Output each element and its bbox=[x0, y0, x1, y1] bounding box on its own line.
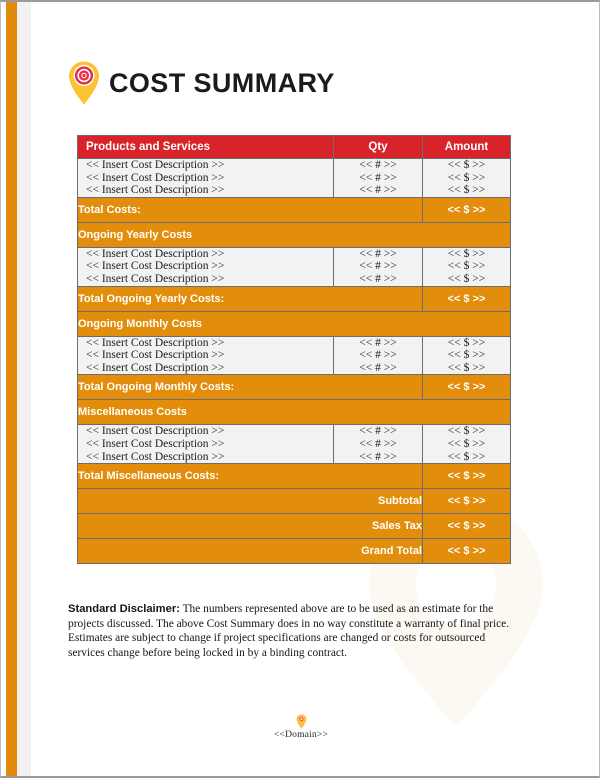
document-footer: <<Domain>> bbox=[1, 714, 599, 740]
summary-label: Grand Total bbox=[77, 538, 423, 565]
line-item-description[interactable]: << Insert Cost Description >> bbox=[78, 451, 333, 464]
line-item-description[interactable]: << Insert Cost Description >> bbox=[78, 159, 333, 172]
summary-row-sales-tax: Sales Tax << $ >> bbox=[77, 513, 511, 540]
disclaimer-lead: Standard Disclaimer: bbox=[68, 603, 180, 615]
line-item-description[interactable]: << Insert Cost Description >> bbox=[78, 349, 333, 362]
line-item-description[interactable]: << Insert Cost Description >> bbox=[78, 184, 333, 197]
summary-row-grand-total: Grand Total << $ >> bbox=[77, 538, 511, 565]
summary-amount[interactable]: << $ >> bbox=[422, 488, 511, 515]
line-item-amount[interactable]: << $ >> bbox=[423, 260, 510, 273]
line-items-qty[interactable]: << # >> << # >> << # >> bbox=[333, 246, 423, 287]
column-header-description: Products and Services bbox=[77, 135, 334, 159]
section-total-label: Total Ongoing Yearly Costs: bbox=[77, 285, 423, 312]
section-total-label: Total Ongoing Monthly Costs: bbox=[77, 374, 423, 401]
line-items-amount[interactable]: << $ >> << $ >> << $ >> bbox=[422, 335, 511, 376]
section-total-label: Total Miscellaneous Costs: bbox=[77, 463, 423, 490]
line-item-amount[interactable]: << $ >> bbox=[423, 159, 510, 172]
line-item-description[interactable]: << Insert Cost Description >> bbox=[78, 248, 333, 261]
line-item-description[interactable]: << Insert Cost Description >> bbox=[78, 172, 333, 185]
map-pin-target-icon bbox=[69, 61, 99, 105]
line-items-row: << Insert Cost Description >> << Insert … bbox=[77, 158, 511, 198]
column-header-qty: Qty bbox=[333, 135, 423, 159]
line-item-qty[interactable]: << # >> bbox=[334, 260, 422, 273]
map-pin-icon bbox=[296, 714, 306, 729]
line-item-qty[interactable]: << # >> bbox=[334, 438, 422, 451]
line-item-description[interactable]: << Insert Cost Description >> bbox=[78, 260, 333, 273]
summary-row-subtotal: Subtotal << $ >> bbox=[77, 488, 511, 515]
section-total-amount[interactable]: << $ >> bbox=[422, 463, 511, 490]
document-page: COST SUMMARY Products and Services Qty A… bbox=[0, 0, 600, 778]
section-heading-label: Ongoing Yearly Costs bbox=[77, 221, 511, 248]
line-item-description[interactable]: << Insert Cost Description >> bbox=[78, 438, 333, 451]
section-total-row: Total Ongoing Yearly Costs: << $ >> bbox=[77, 285, 511, 312]
line-item-qty[interactable]: << # >> bbox=[334, 273, 422, 286]
section-total-amount[interactable]: << $ >> bbox=[422, 196, 511, 223]
line-item-amount[interactable]: << $ >> bbox=[423, 438, 510, 451]
line-item-amount[interactable]: << $ >> bbox=[423, 451, 510, 464]
line-item-amount[interactable]: << $ >> bbox=[423, 337, 510, 350]
line-item-amount[interactable]: << $ >> bbox=[423, 273, 510, 286]
line-item-amount[interactable]: << $ >> bbox=[423, 248, 510, 261]
line-item-description[interactable]: << Insert Cost Description >> bbox=[78, 425, 333, 438]
section-total-row: Total Ongoing Monthly Costs: << $ >> bbox=[77, 374, 511, 401]
line-item-amount[interactable]: << $ >> bbox=[423, 184, 510, 197]
line-item-qty[interactable]: << # >> bbox=[334, 425, 422, 438]
section-heading-label: Miscellaneous Costs bbox=[77, 399, 511, 426]
line-items-amount[interactable]: << $ >> << $ >> << $ >> bbox=[422, 158, 511, 198]
line-item-qty[interactable]: << # >> bbox=[334, 451, 422, 464]
summary-amount[interactable]: << $ >> bbox=[422, 538, 511, 565]
summary-label: Sales Tax bbox=[77, 513, 423, 540]
line-item-amount[interactable]: << $ >> bbox=[423, 362, 510, 375]
line-items-row: << Insert Cost Description >> << Insert … bbox=[77, 424, 511, 465]
column-header-amount: Amount bbox=[422, 135, 511, 159]
line-items-descriptions[interactable]: << Insert Cost Description >> << Insert … bbox=[77, 158, 334, 198]
line-items-descriptions[interactable]: << Insert Cost Description >> << Insert … bbox=[77, 424, 334, 465]
line-item-qty[interactable]: << # >> bbox=[334, 159, 422, 172]
page-title: COST SUMMARY bbox=[109, 67, 335, 98]
summary-amount[interactable]: << $ >> bbox=[422, 513, 511, 540]
table-header-row: Products and Services Qty Amount bbox=[77, 135, 511, 159]
summary-label: Subtotal bbox=[77, 488, 423, 515]
line-item-description[interactable]: << Insert Cost Description >> bbox=[78, 273, 333, 286]
section-total-amount[interactable]: << $ >> bbox=[422, 374, 511, 401]
line-items-qty[interactable]: << # >> << # >> << # >> bbox=[333, 158, 423, 198]
line-item-description[interactable]: << Insert Cost Description >> bbox=[78, 337, 333, 350]
cost-summary-table: Products and Services Qty Amount << Inse… bbox=[77, 135, 511, 565]
line-item-qty[interactable]: << # >> bbox=[334, 362, 422, 375]
line-item-qty[interactable]: << # >> bbox=[334, 184, 422, 197]
line-items-descriptions[interactable]: << Insert Cost Description >> << Insert … bbox=[77, 335, 334, 376]
section-total-row: Total Miscellaneous Costs: << $ >> bbox=[77, 463, 511, 490]
line-item-amount[interactable]: << $ >> bbox=[423, 425, 510, 438]
line-item-description[interactable]: << Insert Cost Description >> bbox=[78, 362, 333, 375]
line-items-amount[interactable]: << $ >> << $ >> << $ >> bbox=[422, 424, 511, 465]
standard-disclaimer: Standard Disclaimer: The numbers represe… bbox=[68, 602, 520, 660]
line-items-amount[interactable]: << $ >> << $ >> << $ >> bbox=[422, 246, 511, 287]
line-item-qty[interactable]: << # >> bbox=[334, 337, 422, 350]
section-heading-row: Ongoing Yearly Costs bbox=[77, 221, 511, 248]
section-total-label: Total Costs: bbox=[77, 196, 423, 223]
line-items-qty[interactable]: << # >> << # >> << # >> bbox=[333, 424, 423, 465]
line-item-amount[interactable]: << $ >> bbox=[423, 349, 510, 362]
left-edge-orange-stripe bbox=[6, 2, 17, 776]
section-total-row: Total Costs: << $ >> bbox=[77, 196, 511, 223]
section-heading-row: Miscellaneous Costs bbox=[77, 399, 511, 426]
line-item-qty[interactable]: << # >> bbox=[334, 248, 422, 261]
line-items-row: << Insert Cost Description >> << Insert … bbox=[77, 335, 511, 376]
line-items-descriptions[interactable]: << Insert Cost Description >> << Insert … bbox=[77, 246, 334, 287]
document-header: COST SUMMARY bbox=[67, 60, 335, 106]
footer-domain-label: <<Domain>> bbox=[273, 730, 329, 740]
left-edge-gray-stripe bbox=[17, 2, 31, 776]
section-total-amount[interactable]: << $ >> bbox=[422, 285, 511, 312]
line-items-row: << Insert Cost Description >> << Insert … bbox=[77, 246, 511, 287]
line-items-qty[interactable]: << # >> << # >> << # >> bbox=[333, 335, 423, 376]
section-heading-row: Ongoing Monthly Costs bbox=[77, 310, 511, 337]
section-heading-label: Ongoing Monthly Costs bbox=[77, 310, 511, 337]
line-item-qty[interactable]: << # >> bbox=[334, 349, 422, 362]
line-item-amount[interactable]: << $ >> bbox=[423, 172, 510, 185]
line-item-qty[interactable]: << # >> bbox=[334, 172, 422, 185]
